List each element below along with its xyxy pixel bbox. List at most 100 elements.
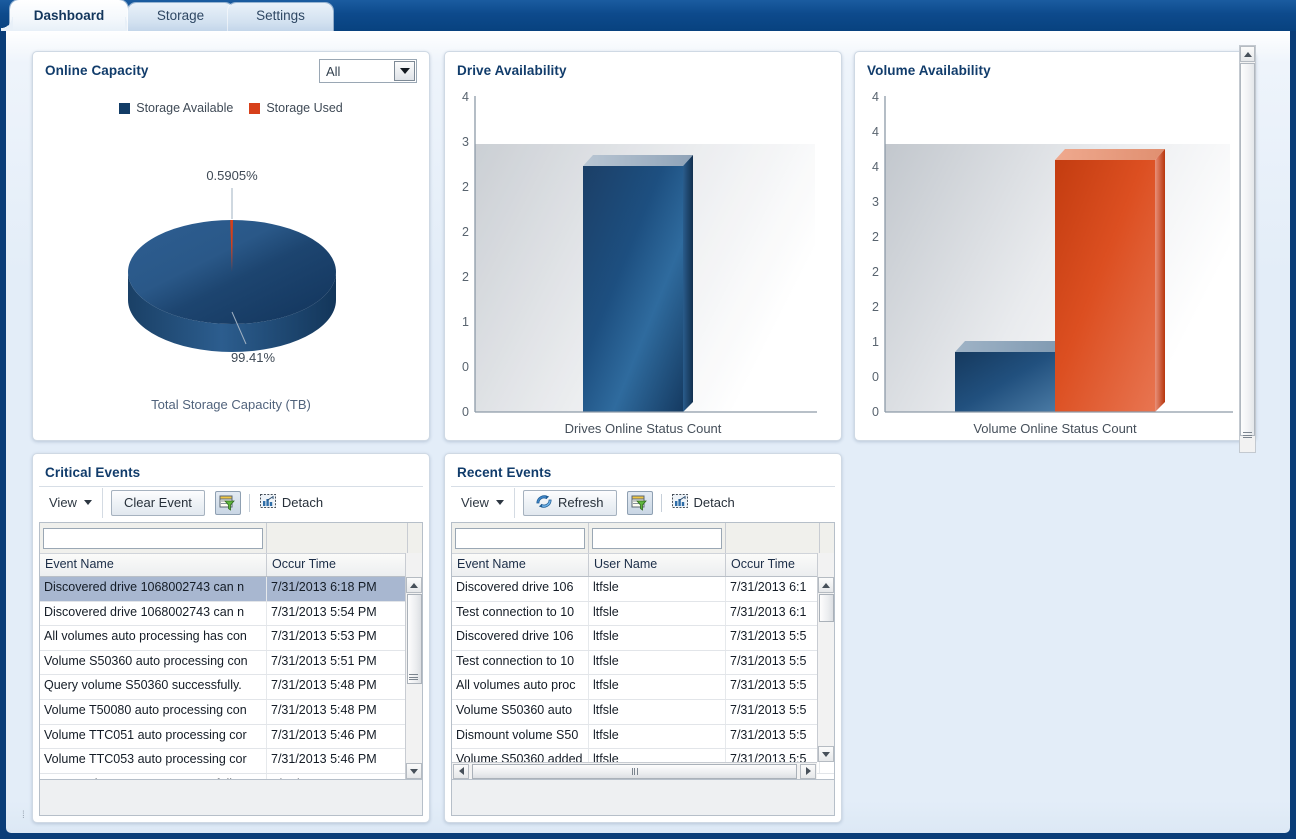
table-row[interactable]: Volume TTC051 auto processing cor 7/31/20… <box>40 724 422 750</box>
column-header-user-name[interactable]: User Name <box>589 554 726 576</box>
scroll-grip <box>631 767 638 775</box>
recent-vertical-scrollbar[interactable] <box>817 553 834 762</box>
table-row[interactable]: Discovered drive 1068002743 can n 7/31/20… <box>40 601 422 627</box>
detach-label: Detach <box>281 495 324 510</box>
cell-occur-time: 7/31/2013 6:1 <box>726 577 820 601</box>
detach-icon <box>259 493 277 512</box>
cell-occur-time: 7/31/2013 6:18 PM <box>267 577 408 601</box>
table-row[interactable]: Volume T50080 auto processing con 7/31/20… <box>40 699 422 725</box>
column-header-event-name[interactable]: Event Name <box>40 554 267 576</box>
table-row[interactable]: Test connection to 10 ltfsle 7/31/2013 5:5 <box>452 650 834 676</box>
svg-text:2: 2 <box>462 180 469 194</box>
critical-filter-row <box>40 523 422 553</box>
capacity-scope-select[interactable]: All <box>319 59 417 83</box>
filter-input-user-name[interactable] <box>592 527 722 549</box>
dashboard-scroll-pane: Online Capacity All Storage Available St… <box>14 37 1262 827</box>
cell-user-name: ltfsle <box>589 601 726 626</box>
pie-chart-caption: Total Storage Capacity (TB) <box>151 397 311 412</box>
hscroll-thumb[interactable] <box>472 763 797 779</box>
scroll-left-button[interactable] <box>453 763 469 779</box>
cell-event-name: Discovered drive 1068002743 can n <box>40 577 267 601</box>
clear-event-button[interactable]: Clear Event <box>111 489 205 516</box>
scroll-up-button[interactable] <box>406 577 422 593</box>
scroll-up-button[interactable] <box>1240 46 1255 62</box>
tab-dashboard[interactable]: Dashboard <box>1 0 137 31</box>
drive-availability-chart: 4 3 2 2 2 1 0 0 Drives Online Status Cou… <box>445 84 841 442</box>
filter-icon[interactable] <box>626 490 653 515</box>
panel-title-drive-availability: Drive Availability <box>457 63 567 78</box>
view-menu-critical[interactable]: View <box>39 487 103 518</box>
recent-events-toolbar: View Refresh Detach <box>451 486 835 518</box>
table-row[interactable]: Test connection to 10 ltfsle 7/31/2013 6:1 <box>452 601 834 627</box>
recent-header-row: Event Name User Name Occur Time <box>452 553 834 577</box>
cell-user-name: ltfsle <box>589 675 726 699</box>
critical-vertical-scrollbar[interactable] <box>405 553 422 779</box>
legend-item-storage-available: Storage Available <box>119 101 233 115</box>
pie-chart: 0.5905% 99.41% <box>33 122 429 412</box>
filter-cell-user-name <box>589 523 726 553</box>
refresh-label: Refresh <box>558 495 604 510</box>
table-row[interactable]: Discovered drive 106 ltfsle 7/31/2013 6:1 <box>452 577 834 602</box>
tab-settings[interactable]: Settings <box>228 0 333 31</box>
view-menu-recent[interactable]: View <box>451 487 515 518</box>
column-header-occur-time[interactable]: Occur Time <box>267 554 408 576</box>
capacity-scope-value: All <box>326 63 341 79</box>
table-row[interactable]: All volumes auto proc ltfsle 7/31/2013 5:5 <box>452 675 834 700</box>
column-header-occur-time[interactable]: Occur Time <box>726 554 820 576</box>
scroll-down-button[interactable] <box>818 746 834 762</box>
table-row[interactable]: Discovered drive 106 ltfsle 7/31/2013 5:5 <box>452 626 834 651</box>
cell-event-name: Volume S50360 auto <box>452 699 589 724</box>
dashboard-vertical-scrollbar[interactable] <box>1239 45 1256 453</box>
svg-text:0: 0 <box>462 405 469 419</box>
svg-text:3: 3 <box>872 195 879 209</box>
scroll-thumb[interactable] <box>819 594 834 622</box>
cell-event-name: All volumes auto processing has con <box>40 626 267 650</box>
filter-icon[interactable] <box>214 490 241 515</box>
scroll-down-button[interactable] <box>406 763 422 779</box>
scroll-thumb[interactable] <box>407 594 422 684</box>
table-row[interactable]: Discovered drive 1068002743 can n 7/31/20… <box>40 577 422 602</box>
scroll-thumb[interactable] <box>1240 63 1255 436</box>
table-row[interactable]: Dismount volume S50 ltfsle 7/31/2013 5:5 <box>452 724 834 750</box>
recent-horizontal-scrollbar[interactable] <box>452 762 817 779</box>
cell-occur-time: 7/31/2013 5:5 <box>726 650 820 675</box>
tab-storage[interactable]: Storage <box>128 0 233 31</box>
table-row[interactable]: Volume TTC053 auto processing cor 7/31/20… <box>40 749 422 774</box>
svg-text:1: 1 <box>462 315 469 329</box>
critical-rows-container: Discovered drive 1068002743 can n 7/31/20… <box>40 577 422 779</box>
svg-text:4: 4 <box>462 90 469 104</box>
recent-filter-row <box>452 523 834 553</box>
detach-button-recent[interactable]: Detach <box>671 493 735 512</box>
detach-button-critical[interactable]: Detach <box>259 493 324 512</box>
cell-occur-time: 7/31/2013 5:53 PM <box>267 626 408 650</box>
filter-input-event-name[interactable] <box>455 527 585 549</box>
filter-input-event-name[interactable] <box>43 527 263 549</box>
scroll-up-button[interactable] <box>818 577 834 593</box>
chevron-down-icon[interactable] <box>394 61 415 81</box>
cell-occur-time: 7/31/2013 5:54 PM <box>267 601 408 626</box>
table-row[interactable]: Volume S50360 auto ltfsle 7/31/2013 5:5 <box>452 699 834 725</box>
table-row[interactable]: Volume S50360 auto processing con 7/31/20… <box>40 650 422 676</box>
cell-event-name: Dismount volume S50 <box>452 724 589 749</box>
legend-swatch-orange <box>249 102 261 114</box>
cell-occur-time: 7/31/2013 5:46 PM <box>267 724 408 749</box>
column-header-event-name[interactable]: Event Name <box>452 554 589 576</box>
cell-occur-time: 7/31/2013 5:51 PM <box>267 650 408 675</box>
panel-title-volume-availability: Volume Availability <box>867 63 991 78</box>
critical-events-toolbar: View Clear Event Detach <box>39 486 423 518</box>
svg-text:4: 4 <box>872 160 879 174</box>
scroll-right-button[interactable] <box>800 763 816 779</box>
cell-occur-time: 7/31/2013 5:5 <box>726 626 820 650</box>
refresh-button[interactable]: Refresh <box>523 489 617 516</box>
panel-title-critical-events: Critical Events <box>45 465 141 480</box>
critical-events-grid: Event Name Occur Time Discovered drive 1… <box>39 522 423 780</box>
cell-event-name: Volume T50080 auto processing con <box>40 699 267 724</box>
cell-occur-time: 7/31/2013 5:5 <box>726 724 820 749</box>
table-row[interactable]: Query volume S50360 successfully. 7/31/20… <box>40 675 422 700</box>
toolbar-separator <box>248 493 250 512</box>
legend-swatch-blue <box>119 102 131 114</box>
cell-event-name: Volume S50360 auto processing con <box>40 650 267 675</box>
table-row[interactable]: All volumes auto processing has con 7/31/… <box>40 626 422 651</box>
cell-event-name: Volume TTC053 auto processing cor <box>40 749 267 773</box>
resize-handle: ⁞ <box>22 810 25 821</box>
